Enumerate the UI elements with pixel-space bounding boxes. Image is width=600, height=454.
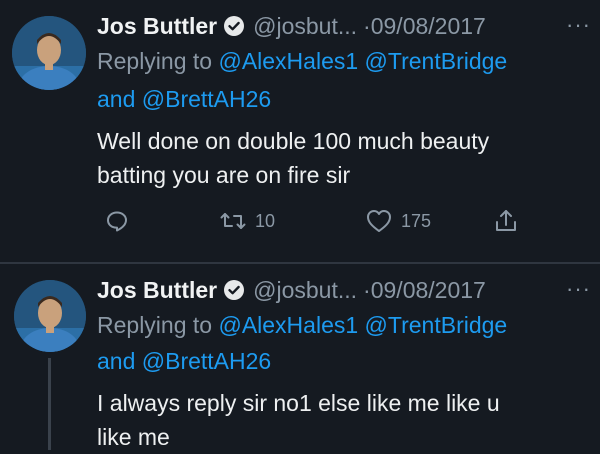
replying-to-label: Replying to: [97, 48, 213, 74]
avatar[interactable]: [12, 16, 86, 90]
author-handle[interactable]: @josbut...: [253, 13, 357, 40]
replying-and-label: and: [97, 86, 136, 112]
tweet-body-line: like me: [97, 424, 170, 450]
mention-link[interactable]: @AlexHales1: [218, 48, 358, 74]
tweet-body: I always reply sir no1 else like me like…: [97, 386, 587, 454]
author-handle[interactable]: @josbut...: [253, 277, 357, 304]
retweet-count: 10: [255, 210, 276, 231]
tweet-body: Well done on double 100 much beauty batt…: [97, 124, 587, 192]
verified-badge-icon: [223, 15, 245, 37]
share-button[interactable]: [493, 204, 519, 238]
replying-and-label: and: [97, 348, 136, 374]
author-name[interactable]: Jos Buttler: [97, 13, 217, 40]
avatar[interactable]: [14, 280, 86, 352]
tweet-body-line: I always reply sir no1 else like me like…: [97, 390, 500, 416]
date-separator: ·: [363, 276, 371, 303]
tweet-date[interactable]: 09/08/2017: [371, 13, 486, 40]
author-name[interactable]: Jos Buttler: [97, 277, 217, 304]
tweet-header: Jos Buttler @josbut... · 09/08/2017: [97, 8, 486, 44]
retweet-icon: [219, 209, 247, 233]
tweet[interactable]: Jos Buttler @josbut... · 09/08/2017 ··· …: [0, 0, 600, 262]
date-separator: ·: [363, 12, 371, 39]
more-options-icon[interactable]: ···: [566, 14, 591, 36]
heart-icon: [365, 208, 393, 234]
more-options-icon[interactable]: ···: [566, 278, 591, 300]
mention-link[interactable]: @BrettAH26: [142, 348, 271, 374]
tweet-actions: 10 175: [97, 204, 537, 238]
mention-link[interactable]: @TrentBridge: [365, 312, 508, 338]
share-icon: [493, 208, 519, 234]
like-count: 175: [401, 210, 432, 231]
replying-to-line-2: and @BrettAH26: [97, 84, 271, 114]
retweet-button[interactable]: 10: [219, 204, 275, 238]
tweet-header: Jos Buttler @josbut... · 09/08/2017: [97, 272, 486, 308]
replying-to-line: Replying to @AlexHales1 @TrentBridge: [97, 310, 507, 340]
mention-link[interactable]: @BrettAH26: [142, 86, 271, 112]
like-button[interactable]: 175: [365, 204, 431, 238]
verified-badge-icon: [223, 279, 245, 301]
replying-to-line: Replying to @AlexHales1 @TrentBridge: [97, 46, 507, 76]
reply-bubble-icon: [105, 209, 129, 233]
replying-to-label: Replying to: [97, 312, 213, 338]
tweet-body-line: Well done on double 100 much beauty: [97, 128, 490, 154]
mention-link[interactable]: @TrentBridge: [365, 48, 508, 74]
mention-link[interactable]: @AlexHales1: [218, 312, 358, 338]
tweet-body-line: batting you are on fire sir: [97, 162, 351, 188]
thread-line: [48, 358, 51, 450]
reply-button[interactable]: [105, 204, 129, 238]
tweet[interactable]: Jos Buttler @josbut... · 09/08/2017 ··· …: [0, 264, 600, 450]
replying-to-line-2: and @BrettAH26: [97, 346, 271, 376]
tweet-date[interactable]: 09/08/2017: [371, 277, 486, 304]
